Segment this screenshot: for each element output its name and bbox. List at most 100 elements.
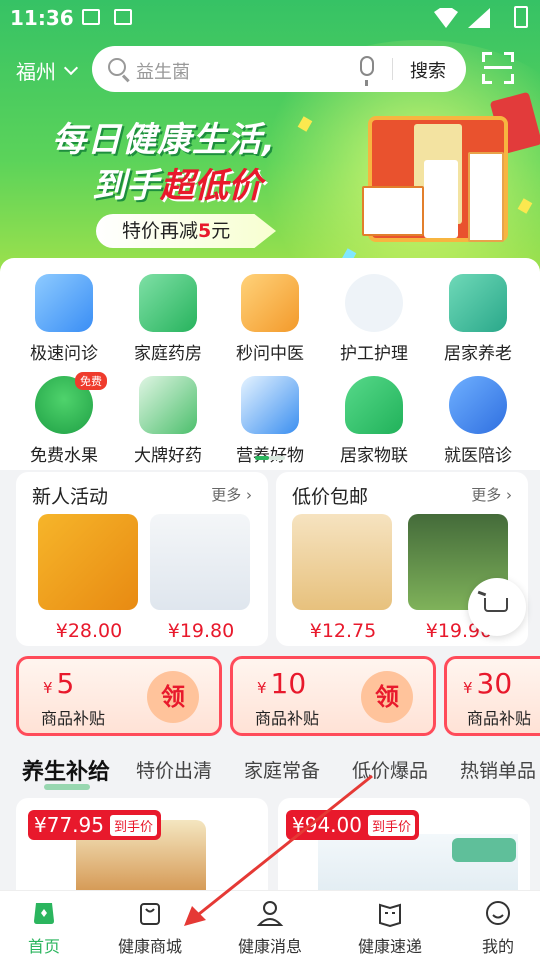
- product-image[interactable]: [292, 514, 392, 610]
- people-icon: [449, 376, 507, 434]
- search-bar[interactable]: 益生菌 搜索: [92, 46, 466, 92]
- service-label: 营养好物: [216, 441, 324, 466]
- feed-price: ¥94.00: [292, 813, 362, 837]
- price-tag: ¥94.00 到手价: [286, 810, 419, 840]
- house-elderly-icon: [449, 274, 507, 332]
- medicine-box-image: [468, 152, 504, 242]
- feed-price-label: 到手价: [109, 814, 157, 836]
- page-dot-active: [255, 456, 269, 460]
- coupon-label: 商品补贴: [467, 709, 532, 728]
- coupon-value: 30: [476, 667, 513, 700]
- service-brand-medicine[interactable]: 大牌好药: [114, 376, 222, 466]
- nav-label: 健康速递: [357, 937, 422, 956]
- search-input[interactable]: 益生菌: [136, 58, 190, 84]
- search-icon: [108, 58, 126, 76]
- claim-coupon-button[interactable]: 领: [147, 671, 199, 723]
- coupon-card[interactable]: ¥10 商品补贴 领: [230, 656, 436, 736]
- service-nursing[interactable]: 护工护理: [320, 274, 428, 364]
- medicine-box-image: [362, 186, 424, 236]
- banner-slogan-highlight: 超低价: [160, 166, 262, 206]
- service-label: 就医陪诊: [444, 446, 512, 466]
- service-label: 护工护理: [340, 344, 408, 364]
- status-time: 11:36: [10, 6, 74, 30]
- service-quick-consult[interactable]: 极速问诊: [10, 274, 118, 364]
- service-label: 大牌好药: [134, 446, 202, 466]
- feed-price-label: 到手价: [367, 814, 415, 836]
- nav-label: 首页: [27, 937, 60, 956]
- banner-slogan-line1: 每日健康生活,: [52, 120, 276, 160]
- coupon-currency: ¥: [257, 679, 267, 697]
- price-tag: ¥77.95 到手价: [28, 810, 161, 840]
- banner-promo-strip: 特价再减5元: [96, 214, 276, 248]
- tab-household-essentials[interactable]: 家庭常备: [244, 756, 320, 783]
- product-price: ¥28.00: [55, 620, 123, 642]
- promo-suffix: 元: [211, 220, 231, 242]
- more-link[interactable]: 更多 ›: [471, 484, 512, 505]
- coupon-amount: ¥30: [463, 667, 512, 700]
- tcm-book-bowl-icon: [241, 274, 299, 332]
- signal-icon: [468, 8, 490, 28]
- coupon-label: 商品补贴: [255, 709, 320, 728]
- tab-low-price-hot[interactable]: 低价爆品: [352, 756, 428, 783]
- coupon-card[interactable]: ¥30 商品补贴: [444, 656, 540, 736]
- service-family-pharmacy[interactable]: 家庭药房: [114, 274, 222, 364]
- home-icon: [30, 899, 58, 927]
- nav-health-mall[interactable]: 健康商城: [96, 899, 204, 957]
- nurse-patient-icon: [345, 274, 403, 332]
- product-image[interactable]: [150, 514, 250, 610]
- search-button[interactable]: 搜索: [410, 57, 446, 83]
- more-link[interactable]: 更多 ›: [211, 484, 252, 505]
- service-home-iot[interactable]: 居家物联: [320, 376, 428, 466]
- status-bar: 11:36: [0, 0, 540, 36]
- service-home-elderly-care[interactable]: 居家养老: [424, 274, 532, 364]
- coupon-amount: ¥5: [43, 667, 74, 700]
- tab-clearance[interactable]: 特价出清: [136, 756, 212, 783]
- service-label: 免费水果: [30, 446, 98, 466]
- page-dot: [269, 456, 285, 460]
- claim-coupon-button[interactable]: 领: [361, 671, 413, 723]
- tab-best-sellers[interactable]: 热销单品: [460, 756, 536, 783]
- deal-title: 新人活动: [32, 486, 109, 508]
- page-indicator: [255, 456, 285, 460]
- nav-profile[interactable]: 我的: [444, 899, 540, 957]
- image-notification-icon: [82, 9, 100, 25]
- book-icon: [376, 899, 404, 928]
- city-label: 福州: [16, 60, 56, 84]
- nav-home[interactable]: 首页: [0, 899, 98, 957]
- microphone-icon[interactable]: [360, 56, 374, 86]
- banner-slogan-prefix: 到手: [92, 166, 160, 206]
- city-selector[interactable]: 福州: [16, 56, 79, 85]
- user-icon: [256, 899, 284, 927]
- scan-icon[interactable]: [482, 52, 514, 84]
- cart-icon: [484, 598, 508, 612]
- new-user-deals-card[interactable]: 新人活动 更多 › ¥28.00 ¥19.80: [16, 472, 268, 646]
- service-label: 秒问中医: [236, 344, 304, 364]
- product-price: ¥19.80: [167, 620, 235, 642]
- bottom-nav: 首页 健康商城 健康消息 健康速递 我的: [0, 890, 540, 960]
- coupon-card[interactable]: ¥5 商品补贴 领: [16, 656, 222, 736]
- cart-button[interactable]: [468, 578, 526, 636]
- nav-health-express[interactable]: 健康速递: [336, 899, 444, 957]
- service-nutrition[interactable]: 营养好物: [216, 376, 324, 466]
- coupon-label: 商品补贴: [41, 709, 106, 728]
- tab-health-supply[interactable]: 养生补给: [22, 754, 110, 790]
- wifi-icon: [434, 8, 458, 28]
- app-notification-icon: [114, 9, 132, 25]
- coupon-currency: ¥: [43, 679, 53, 697]
- nav-label: 健康商城: [117, 937, 182, 956]
- promo-prefix: 特价再减: [122, 220, 199, 242]
- service-label: 家庭药房: [134, 344, 202, 364]
- coupon-value: 10: [270, 667, 307, 700]
- service-free-fruit[interactable]: 免费 免费水果: [10, 372, 118, 466]
- product-image[interactable]: [38, 514, 138, 610]
- shopping-bag-icon: [136, 899, 164, 927]
- feed-price: ¥77.95: [34, 813, 104, 837]
- top-bar: 福州 益生菌 搜索: [0, 44, 540, 96]
- service-hospital-escort[interactable]: 就医陪诊: [424, 376, 532, 466]
- clipboard-lightning-icon: [35, 274, 93, 332]
- service-tcm[interactable]: 秒问中医: [216, 274, 324, 364]
- product-badge: [452, 838, 516, 862]
- coupon-value: 5: [56, 667, 75, 700]
- nav-health-messages[interactable]: 健康消息: [216, 899, 324, 957]
- product-price: ¥12.75: [309, 620, 377, 642]
